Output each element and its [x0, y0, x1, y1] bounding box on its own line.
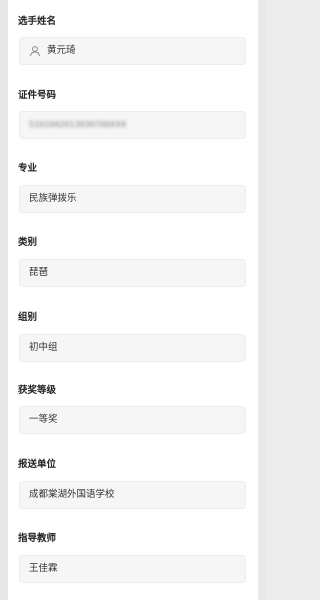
group-field[interactable]: 初中组 [19, 334, 246, 362]
field-label-contestant-name: 选手姓名 [18, 16, 57, 27]
award-level-value: 一等奖 [29, 414, 58, 425]
category-value: 琵琶 [29, 267, 49, 278]
page-gutter-left [0, 0, 8, 600]
group-value: 初中组 [29, 342, 58, 353]
submitting-unit-value: 成都棠湖外国语学校 [29, 489, 115, 500]
id-number-field[interactable]: 5101042013030700XXX [19, 111, 246, 139]
page-gutter-right [258, 0, 265, 600]
contestant-name-value: 黄元琦 [47, 45, 76, 56]
major-field[interactable]: 民族弹拨乐 [19, 185, 246, 213]
field-label-award-level: 获奖等级 [18, 385, 57, 396]
field-label-instructor: 指导教师 [18, 533, 57, 544]
field-label-submitting-unit: 报送单位 [18, 459, 57, 470]
major-value: 民族弹拨乐 [29, 193, 77, 204]
field-label-id-number: 证件号码 [18, 90, 57, 101]
instructor-field[interactable]: 王佳霖 [19, 555, 246, 583]
contestant-name-field[interactable]: 黄元琦 [19, 37, 246, 65]
category-field[interactable]: 琵琶 [19, 259, 246, 287]
award-info-form: 选手姓名 黄元琦 证件号码 5101042013030700XXX 专业 民族弹… [8, 0, 258, 600]
submitting-unit-field[interactable]: 成都棠湖外国语学校 [19, 481, 246, 509]
field-label-major: 专业 [18, 163, 38, 174]
id-number-value: 5101042013030700XXX [29, 120, 127, 129]
instructor-value: 王佳霖 [29, 563, 58, 574]
award-level-field[interactable]: 一等奖 [19, 406, 246, 434]
field-label-category: 类别 [18, 237, 38, 248]
user-icon [29, 45, 41, 57]
field-label-group: 组别 [18, 312, 38, 323]
